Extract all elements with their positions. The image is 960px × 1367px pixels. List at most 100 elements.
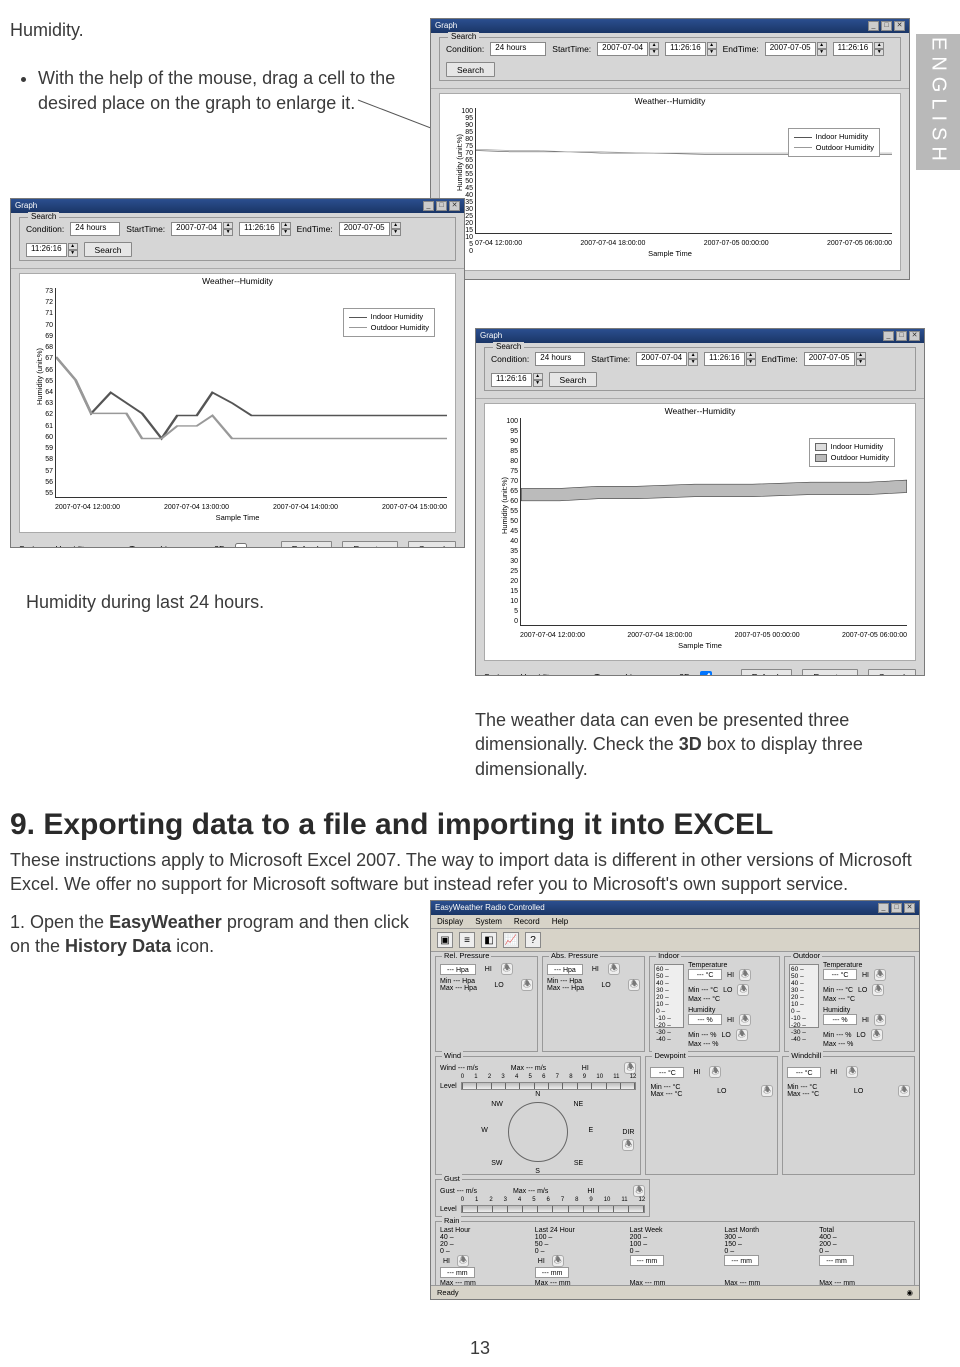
- min-icon[interactable]: _: [868, 21, 879, 31]
- alarm-icon[interactable]: 🕭: [628, 979, 640, 991]
- series-label: Series:: [484, 672, 510, 677]
- alarm-icon[interactable]: 🕭: [739, 1014, 751, 1026]
- refresh-button[interactable]: Refresh: [281, 541, 333, 548]
- type-label: Type:: [129, 544, 150, 549]
- export-button[interactable]: Export…: [787, 279, 842, 280]
- endtime-label: EndTime:: [762, 354, 798, 364]
- status-gauge-icon: ◉: [906, 1288, 913, 1297]
- start-date-spinner[interactable]: 2007-07-04▲▼: [597, 42, 659, 56]
- end-time-spinner[interactable]: 11:26:16▲▼: [26, 243, 78, 257]
- end-time-spinner[interactable]: 11:26:16▲▼: [491, 373, 543, 387]
- close-icon[interactable]: ✕: [904, 903, 915, 913]
- cancel-button[interactable]: Cancel: [868, 669, 916, 676]
- alarm-icon[interactable]: 🕭: [874, 969, 886, 981]
- menu-display[interactable]: Display: [437, 917, 463, 926]
- close-icon[interactable]: ✕: [909, 331, 920, 341]
- alarm-icon[interactable]: 🕭: [624, 1062, 636, 1074]
- search-button[interactable]: Search: [549, 372, 598, 387]
- 3d-checkbox[interactable]: [235, 543, 247, 549]
- start-time-spinner[interactable]: 11:26:16▲▼: [704, 352, 756, 366]
- max-icon[interactable]: □: [436, 201, 447, 211]
- wind-panel: Wind Wind --- m/s Max --- m/s HI 🕭 Level…: [435, 1056, 641, 1175]
- window-title: Graph: [15, 200, 37, 212]
- chart-legend: Indoor Humidity Outdoor Humidity: [788, 128, 880, 157]
- toolbar-icon-4[interactable]: 📈: [503, 932, 519, 948]
- min-icon[interactable]: _: [423, 201, 434, 211]
- min-icon[interactable]: _: [883, 331, 894, 341]
- alarm-icon[interactable]: 🕭: [846, 1066, 858, 1078]
- alarm-icon[interactable]: 🕭: [874, 1014, 886, 1026]
- end-date-spinner[interactable]: 2007-07-05▲▼: [765, 42, 827, 56]
- history-data-icon[interactable]: ◧: [481, 932, 497, 948]
- close-icon[interactable]: ✕: [449, 201, 460, 211]
- endtime-label: EndTime:: [297, 224, 333, 234]
- toolbar-icon-2[interactable]: ≡: [459, 932, 475, 948]
- max-icon[interactable]: □: [896, 331, 907, 341]
- start-time-spinner[interactable]: 11:26:16▲▼: [665, 42, 717, 56]
- series-select[interactable]: Humidity: [55, 544, 119, 549]
- alarm-icon[interactable]: 🕭: [457, 1255, 469, 1267]
- search-button[interactable]: Search: [446, 62, 495, 77]
- chart-plot[interactable]: [476, 108, 892, 233]
- menubar: Display System Record Help: [431, 915, 919, 929]
- cancel-button[interactable]: Cancel: [408, 541, 456, 548]
- hi-label: HI: [485, 966, 492, 973]
- alarm-icon[interactable]: 🕭: [501, 963, 513, 975]
- type-select[interactable]: Line: [160, 544, 204, 549]
- menu-system[interactable]: System: [475, 917, 502, 926]
- dewpoint-panel: Dewpoint --- °CHI🕭 Min --- °CMax --- °C …: [645, 1056, 778, 1175]
- start-date-spinner[interactable]: 2007-07-04▲▼: [636, 352, 698, 366]
- export-button[interactable]: Export…: [802, 669, 857, 676]
- type-select[interactable]: Line: [625, 672, 669, 677]
- x-axis-label: Sample Time: [440, 249, 900, 258]
- graph-window-1: Graph _ □ ✕ Search Condition: 24 hours S…: [430, 18, 910, 280]
- window-title: EasyWeather Radio Controlled: [435, 902, 545, 914]
- alarm-icon[interactable]: 🕭: [552, 1255, 564, 1267]
- refresh-button[interactable]: Refresh: [726, 279, 778, 280]
- caption-3d: The weather data can even be presented t…: [475, 708, 905, 781]
- alarm-icon[interactable]: 🕭: [898, 1085, 910, 1097]
- cancel-button[interactable]: Cancel: [853, 279, 901, 280]
- menu-help[interactable]: Help: [552, 917, 568, 926]
- rel-pressure-panel: Rel. Pressure --- Hpa HI 🕭 Min --- HpaMa…: [435, 956, 538, 1052]
- end-date-spinner[interactable]: 2007-07-05▲▼: [339, 222, 401, 236]
- series-select[interactable]: Humidity: [520, 672, 584, 677]
- section-9-intro: These instructions apply to Microsoft Ex…: [10, 848, 940, 897]
- alarm-icon[interactable]: 🕭: [608, 963, 620, 975]
- alarm-icon[interactable]: 🕭: [521, 979, 533, 991]
- min-icon[interactable]: _: [878, 903, 889, 913]
- caption-humidity-24h: Humidity during last 24 hours.: [26, 590, 264, 614]
- section-9-heading: 9. Exporting data to a file and importin…: [10, 808, 920, 842]
- start-date-spinner[interactable]: 2007-07-04▲▼: [171, 222, 233, 236]
- end-date-spinner[interactable]: 2007-07-05▲▼: [804, 352, 866, 366]
- alarm-icon[interactable]: 🕭: [739, 969, 751, 981]
- alarm-icon[interactable]: 🕭: [737, 984, 749, 996]
- abs-pressure-value: --- Hpa: [547, 964, 583, 975]
- alarm-icon[interactable]: 🕭: [709, 1066, 721, 1078]
- alarm-icon[interactable]: 🕭: [633, 1185, 645, 1197]
- max-icon[interactable]: □: [881, 21, 892, 31]
- condition-select[interactable]: 24 hours: [535, 352, 585, 366]
- rain-panel: Rain Last Hour 40 –20 –0 – HI🕭 --- mm La…: [435, 1221, 915, 1288]
- graph-window-3: Graph _ □ ✕ Search Condition: 24 hours S…: [475, 328, 925, 676]
- search-button[interactable]: Search: [84, 242, 133, 257]
- start-time-spinner[interactable]: 11:26:16▲▼: [239, 222, 291, 236]
- end-time-spinner[interactable]: 11:26:16▲▼: [833, 42, 885, 56]
- condition-select[interactable]: 24 hours: [70, 222, 120, 236]
- alarm-icon[interactable]: 🕭: [736, 1029, 748, 1041]
- condition-select[interactable]: 24 hours: [490, 42, 546, 56]
- menu-record[interactable]: Record: [514, 917, 540, 926]
- export-button[interactable]: Export…: [342, 541, 397, 548]
- indoor-gauge: 60 –50 –40 –30 –20 –10 –0 –-10 –-20 –-30…: [654, 964, 684, 1028]
- max-icon[interactable]: □: [891, 903, 902, 913]
- alarm-icon[interactable]: 🕭: [872, 984, 884, 996]
- help-icon[interactable]: ?: [525, 932, 541, 948]
- alarm-icon[interactable]: 🕭: [761, 1085, 773, 1097]
- indoor-panel: Indoor 60 –50 –40 –30 –20 –10 –0 –-10 –-…: [649, 956, 780, 1052]
- refresh-button[interactable]: Refresh: [741, 669, 793, 676]
- 3d-checkbox[interactable]: [700, 671, 712, 677]
- alarm-icon[interactable]: 🕭: [622, 1139, 634, 1151]
- alarm-icon[interactable]: 🕭: [871, 1029, 883, 1041]
- toolbar-icon-1[interactable]: ▣: [437, 932, 453, 948]
- close-icon[interactable]: ✕: [894, 21, 905, 31]
